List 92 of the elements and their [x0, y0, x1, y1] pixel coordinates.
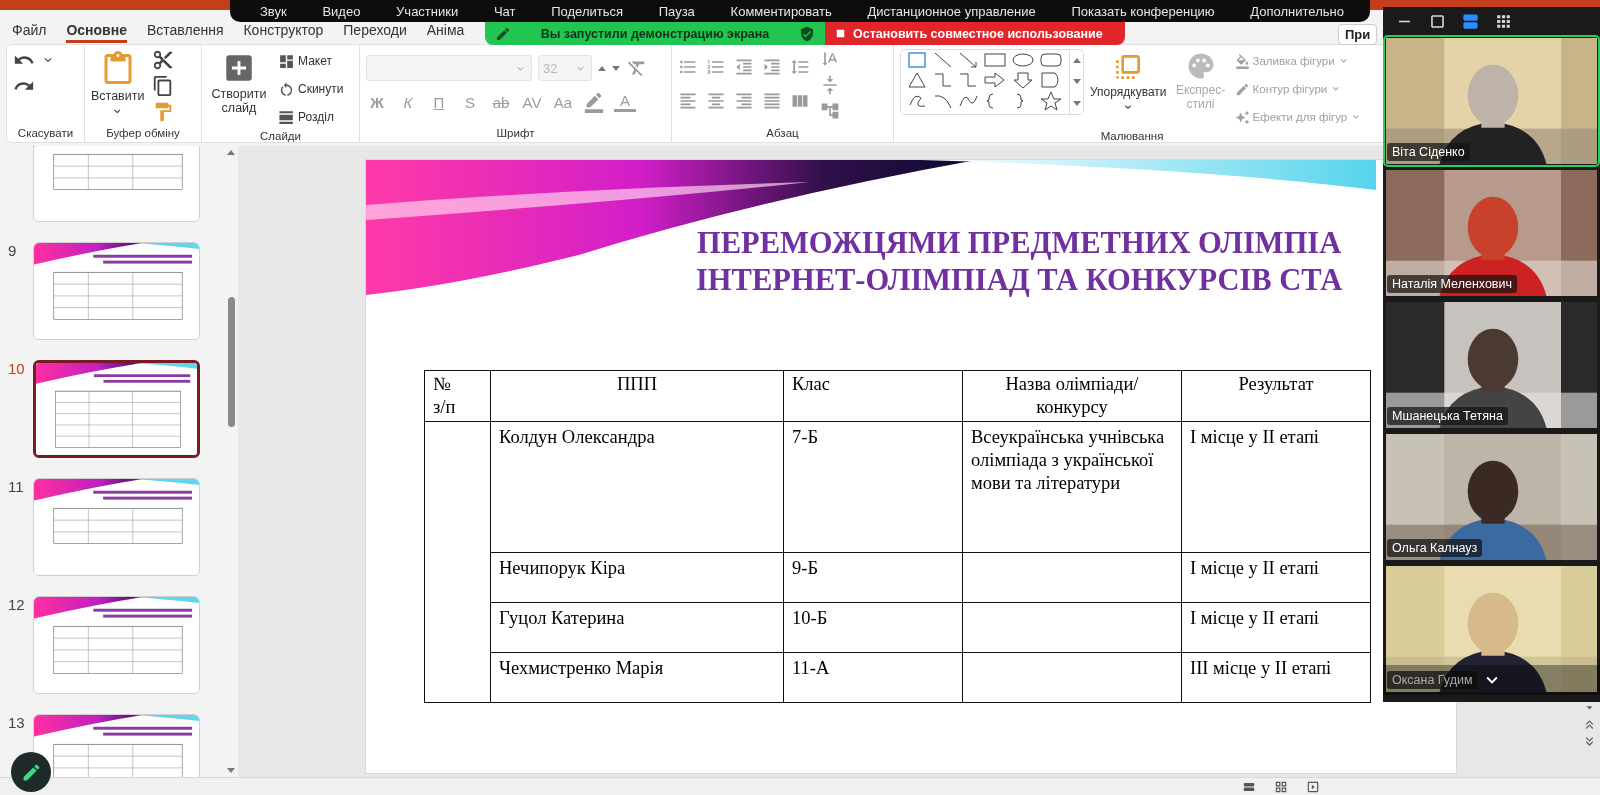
align-icon[interactable] [762, 91, 782, 111]
group-label: Буфер обміну [106, 126, 180, 140]
menu-button[interactable]: Скинути [278, 77, 344, 101]
paragraph-icon[interactable] [734, 57, 754, 77]
column-header: № з/п [424, 370, 491, 422]
group-label: Малювання [1100, 129, 1164, 142]
column-header: Назва олімпіади/конкурсу [962, 370, 1182, 422]
participant-name: Ольга Калнауз [1387, 539, 1483, 557]
align-icon[interactable] [734, 91, 754, 111]
arrange-button[interactable]: Упорядкувати [1090, 49, 1167, 113]
paragraph-icon[interactable] [762, 57, 782, 77]
slide-thumbnail[interactable] [36, 363, 197, 455]
participant-name: Наталія Меленхович [1387, 275, 1517, 293]
table-cell: Чехмистренко Марія [490, 652, 784, 703]
table-cell: Гуцол Катерина [490, 602, 784, 653]
group-label: Слайди [260, 129, 301, 142]
font-name-field[interactable] [366, 55, 532, 81]
paint-bucket-icon [1234, 53, 1250, 69]
table-cell: І місце у ІІ етапі [1181, 602, 1371, 653]
ribbon-tab[interactable]: Файл [12, 22, 47, 43]
toolbar-button[interactable]: Пауза [658, 3, 695, 19]
toolbar-button[interactable]: Участники [396, 3, 459, 19]
stop-sharing-button[interactable]: Остановить совместное использование [825, 22, 1125, 45]
column-header: Результат [1181, 370, 1371, 422]
pencil-icon [1234, 81, 1250, 97]
toolbar-button[interactable]: Видео [322, 3, 361, 19]
smartart-icon[interactable] [820, 101, 840, 121]
paragraph-icon[interactable] [790, 57, 810, 77]
paste-button[interactable]: Вставити [91, 49, 145, 118]
table-cell: 10-Б [783, 602, 963, 653]
grid-view-icon[interactable] [1274, 779, 1288, 794]
table-cell: 11-А [783, 652, 963, 703]
align-text-icon[interactable] [820, 75, 840, 95]
sparkle-icon [1234, 109, 1250, 125]
slide-number: 9 [8, 242, 17, 259]
sharing-status: Вы запустили демонстрацию экрана [540, 26, 770, 41]
align-icon[interactable] [706, 91, 726, 111]
table-cell: Всеукраїнська учнівська олімпіада з української мови та літератури [962, 421, 1182, 553]
column-header: ППП [490, 370, 784, 422]
participant-name: Віта Сіденко [1387, 143, 1470, 161]
slideshow-icon[interactable] [1306, 779, 1320, 794]
toolbar-button[interactable]: Звук [260, 3, 287, 19]
cut-icon[interactable] [152, 49, 175, 71]
slide-thumbnail[interactable] [34, 597, 199, 693]
ribbon-tab[interactable]: Конструктор [243, 22, 324, 43]
section-icon [278, 108, 295, 126]
toolbar-button[interactable]: Комментировать [730, 3, 832, 19]
toolbar-button[interactable]: Показать конференцию [1071, 3, 1215, 19]
speaker-view-icon[interactable] [1461, 11, 1480, 31]
table-cell: І місце у ІІ етапі [1181, 421, 1371, 553]
scroll-up-icon[interactable] [1072, 58, 1081, 64]
slide-number: 11 [8, 478, 24, 495]
table-cell: 9-Б [783, 552, 963, 603]
menu-button[interactable]: Розділ [278, 105, 344, 129]
slide-title: ПЕРЕМОЖЦЯМИ ПРЕДМЕТНИХ ОЛІМПІА [696, 226, 1342, 261]
toolbar-button[interactable]: Поделиться [551, 3, 623, 19]
group-label: Шрифт [496, 126, 535, 140]
slide-number: 10 [8, 360, 25, 377]
scroll-up-icon[interactable] [227, 150, 235, 155]
table-cell: ІІІ місце у ІІ етапі [1181, 652, 1371, 703]
present-button[interactable]: При [1338, 24, 1378, 45]
table-cell: Нечипорук Кіра [490, 552, 784, 603]
slide-number: 13 [8, 714, 25, 731]
layout-icon [278, 52, 295, 70]
column-header: Клас [783, 370, 963, 422]
ribbon-tab[interactable]: Аніма [426, 22, 465, 43]
table-cell: І місце у ІІ етапі [1181, 552, 1371, 603]
table-cell: Колдун Олександра [490, 421, 784, 553]
slide-title: ІНТЕРНЕТ-ОЛІМПІАД ТА КОНКУРСІВ СТА [696, 263, 1343, 298]
participant-name: Оксана Гудим [1387, 671, 1478, 689]
slide-thumbnail[interactable] [34, 243, 199, 339]
table-cell: 7-Б [783, 421, 963, 553]
grow-font-icon[interactable] [598, 65, 606, 71]
shrink-font-icon[interactable] [612, 65, 620, 71]
slide-thumbnail[interactable] [34, 479, 199, 575]
new-slide-button[interactable]: Створити слайд [208, 49, 270, 115]
expand-icon[interactable] [1072, 100, 1081, 106]
menu-button[interactable]: Макет [278, 49, 344, 73]
slide-number: 12 [8, 596, 25, 613]
highlighter-icon[interactable] [583, 91, 605, 113]
group-label: Абзац [766, 126, 799, 140]
align-icon[interactable] [678, 91, 698, 111]
ribbon-tab[interactable]: Переходи [343, 22, 407, 43]
ribbon-tab[interactable]: Вставлення [146, 22, 224, 43]
reset-icon [278, 80, 295, 98]
shield-icon [799, 25, 815, 42]
toolbar-button[interactable]: Чат [493, 3, 516, 19]
group-label: Скасувати [17, 126, 74, 140]
toolbar-button[interactable]: Дополнительно [1250, 3, 1344, 19]
participant-name: Мшанецька Тетяна [1387, 407, 1508, 425]
toolbar-button[interactable]: Дистанционное управление [867, 3, 1036, 19]
scrollbar-thumb[interactable] [227, 296, 235, 427]
